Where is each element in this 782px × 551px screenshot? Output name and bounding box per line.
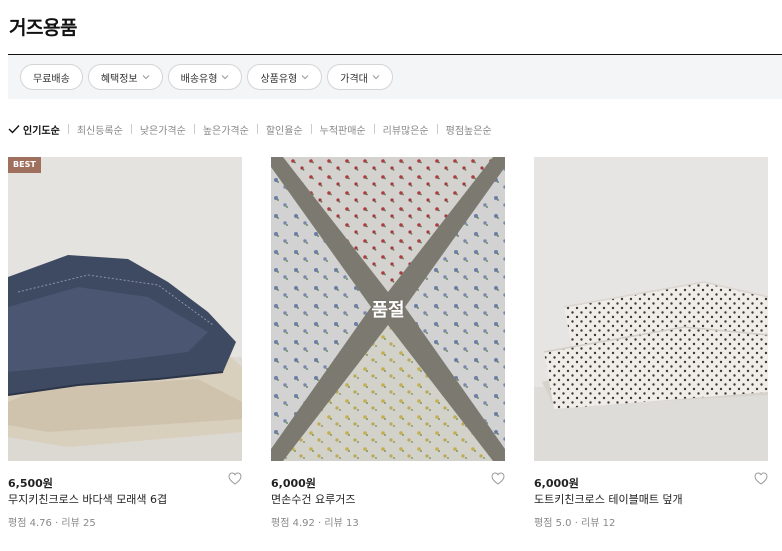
filter-product-type[interactable]: 상품유형	[247, 64, 323, 90]
rating-value: 4.76	[29, 518, 52, 529]
product-card[interactable]: BEST 6,500원 무지키친크로스 바다색 모래색 6겹 평점 4.76 ·…	[8, 157, 242, 529]
product-name[interactable]: 도트키친크로스 테이블매트 덮개	[534, 491, 768, 507]
filter-benefits[interactable]: 혜택정보	[87, 64, 163, 90]
sort-label: 할인율순	[265, 125, 303, 137]
product-image-navy-towels	[8, 157, 242, 461]
divider	[256, 124, 258, 134]
divider	[130, 124, 132, 134]
sort-option-high-price[interactable]: 높은가격순	[203, 122, 249, 137]
product-meta: 평점 5.0 · 리뷰 12	[534, 514, 768, 529]
product-price: 6,000원	[271, 477, 316, 490]
divider	[373, 124, 375, 134]
best-badge: BEST	[8, 157, 41, 173]
heart-icon[interactable]	[228, 472, 242, 485]
product-name[interactable]: 무지키친크로스 바다색 모래색 6겹	[8, 491, 242, 507]
product-price: 6,500원	[8, 477, 53, 490]
product-image-link[interactable]	[534, 157, 768, 461]
sort-option-newest[interactable]: 최신등록순	[77, 122, 123, 137]
filter-bar: 무료배송 혜택정보 배송유형 상품유형 가격대	[8, 55, 782, 99]
review-count: 25	[83, 518, 96, 529]
filter-label: 배송유형	[180, 73, 218, 85]
sort-label: 높은가격순	[202, 125, 249, 137]
sort-option-sales[interactable]: 누적판매순	[320, 122, 366, 137]
check-icon	[8, 125, 20, 134]
chevron-down-icon	[301, 75, 309, 80]
sort-option-popular[interactable]: 인기도순	[8, 122, 60, 137]
rating-label: 평점	[271, 518, 290, 529]
product-card[interactable]: 6,000원 도트키친크로스 테이블매트 덮개 평점 5.0 · 리뷰 12	[534, 157, 768, 529]
divider	[67, 124, 69, 134]
sort-label: 낮은가격순	[139, 125, 186, 137]
sort-option-reviews[interactable]: 리뷰많은순	[383, 122, 429, 137]
sort-label: 누적판매순	[319, 125, 366, 137]
filter-label: 상품유형	[260, 73, 298, 85]
filter-label: 무료배송	[33, 73, 70, 85]
page-title: 거즈용품	[9, 17, 77, 39]
filter-delivery-type[interactable]: 배송유형	[167, 64, 243, 90]
review-label: 리뷰	[324, 518, 343, 529]
sort-bar: 인기도순 최신등록순 낮은가격순 높은가격순 할인율순 누적판매순 리뷰많은순 …	[8, 120, 492, 138]
divider	[193, 124, 195, 134]
review-label: 리뷰	[61, 518, 80, 529]
product-price: 6,000원	[534, 477, 579, 490]
product-meta: 평점 4.92 · 리뷰 13	[271, 514, 505, 529]
rating-value: 5.0	[555, 518, 572, 529]
sort-label: 최신등록순	[76, 125, 123, 137]
product-image-link[interactable]: 품절	[271, 157, 505, 461]
filter-label: 혜택정보	[100, 73, 138, 85]
rating-value: 4.92	[292, 518, 315, 529]
sort-option-discount[interactable]: 할인율순	[266, 122, 303, 137]
review-count: 13	[346, 518, 359, 529]
chevron-down-icon	[372, 75, 380, 80]
product-image-dot-cloths	[534, 157, 768, 461]
filter-price-range[interactable]: 가격대	[327, 64, 393, 90]
chevron-down-icon	[222, 75, 229, 80]
review-count: 12	[602, 518, 616, 529]
rating-label: 평점	[8, 518, 27, 529]
meta-separator: ·	[318, 518, 322, 529]
soldout-label: 품절	[371, 300, 405, 321]
sort-option-rating[interactable]: 평점높은순	[446, 122, 492, 137]
meta-separator: ·	[574, 518, 578, 529]
heart-icon[interactable]	[491, 472, 505, 485]
review-label: 리뷰	[581, 518, 600, 529]
sort-label: 평점높은순	[445, 125, 492, 137]
chevron-down-icon	[142, 75, 149, 80]
heart-icon[interactable]	[754, 472, 768, 485]
rating-label: 평점	[534, 518, 553, 529]
filter-free-shipping[interactable]: 무료배송	[20, 64, 83, 90]
product-card[interactable]: 품절 6,000원 면손수건 요루거즈 평점 4.92 · 리뷰 13	[271, 157, 505, 529]
sort-label: 리뷰많은순	[382, 125, 429, 137]
product-meta: 평점 4.76 · 리뷰 25	[8, 514, 242, 529]
product-name[interactable]: 면손수건 요루거즈	[271, 491, 505, 507]
filter-label: 가격대	[340, 73, 368, 85]
divider	[436, 124, 438, 134]
sort-label: 인기도순	[23, 125, 60, 137]
divider	[310, 124, 312, 134]
sort-option-low-price[interactable]: 낮은가격순	[140, 122, 186, 137]
meta-separator: ·	[55, 518, 59, 529]
product-image-link[interactable]: BEST	[8, 157, 242, 461]
